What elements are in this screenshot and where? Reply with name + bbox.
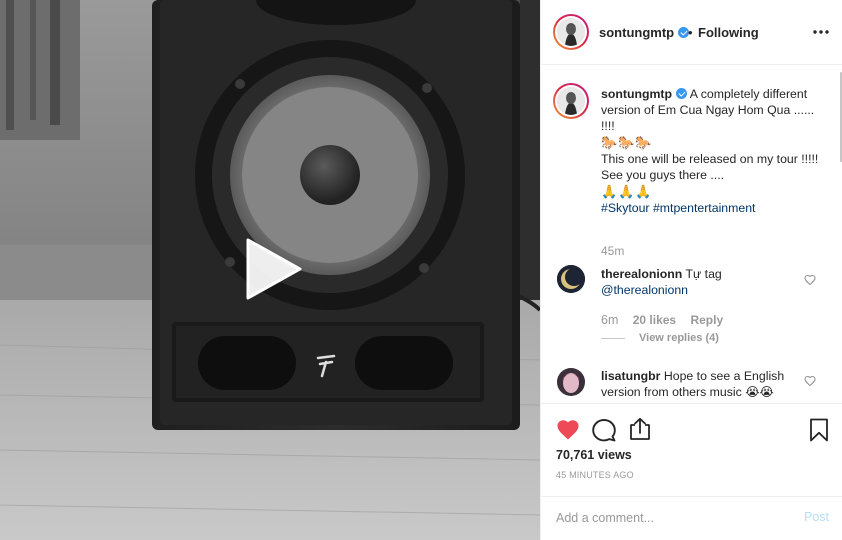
caption-username[interactable]: sontungmtp bbox=[601, 87, 672, 101]
author-username[interactable]: sontungmtp bbox=[599, 25, 690, 40]
post-caption: sontungmtp A completely different versio… bbox=[601, 86, 831, 216]
comment-username[interactable]: lisatungbr bbox=[601, 369, 660, 383]
comment-meta: 6m 20 likes Reply bbox=[601, 313, 734, 327]
bookmark-icon[interactable] bbox=[807, 418, 831, 442]
posted-time: 45 MINUTES AGO bbox=[556, 470, 634, 480]
caption-text-line2: This one will be released on my tour !!!… bbox=[601, 152, 819, 166]
share-icon[interactable] bbox=[628, 417, 652, 441]
post-details-panel: sontungmtp • Following sontungmtp A comp… bbox=[540, 0, 842, 540]
comment-text: Tự tag bbox=[685, 267, 722, 281]
comment-time: 6m bbox=[601, 313, 619, 327]
heart-icon[interactable] bbox=[556, 418, 580, 442]
post-media-video[interactable] bbox=[0, 0, 540, 540]
comment-avatar[interactable] bbox=[557, 265, 585, 293]
comment-mention[interactable]: @therealonionn bbox=[601, 283, 688, 297]
view-count[interactable]: 70,761 views bbox=[556, 448, 632, 462]
avatar[interactable] bbox=[557, 18, 585, 46]
caption-time: 45m bbox=[601, 244, 625, 258]
comment-input[interactable] bbox=[556, 507, 786, 529]
caption-text-line3: See you guys there .... bbox=[601, 168, 725, 182]
verified-icon bbox=[676, 88, 688, 99]
post-button[interactable]: Post bbox=[804, 510, 829, 524]
post-header: sontungmtp • Following bbox=[541, 0, 842, 65]
reply-button[interactable]: Reply bbox=[690, 313, 723, 327]
caption-avatar[interactable] bbox=[557, 87, 585, 115]
pray-emojis: 🙏🙏🙏 bbox=[601, 184, 653, 199]
following-button[interactable]: Following bbox=[698, 25, 759, 40]
separator-dot: • bbox=[688, 25, 693, 40]
add-comment-bar: Post bbox=[541, 496, 842, 540]
caption-hashtags[interactable]: #Skytour #mtpentertainment bbox=[601, 200, 831, 216]
comment-avatar[interactable] bbox=[557, 368, 585, 396]
more-icon[interactable] bbox=[811, 22, 831, 42]
comment-heart-icon[interactable] bbox=[804, 274, 816, 286]
view-replies-button[interactable]: View replies (4) bbox=[601, 332, 719, 344]
comments-list[interactable]: sontungmtp A completely different versio… bbox=[541, 66, 842, 403]
comment-icon[interactable] bbox=[592, 418, 616, 442]
comment-username[interactable]: therealonionn bbox=[601, 267, 682, 281]
comment-body: lisatungbr Hope to see a English version… bbox=[601, 368, 801, 400]
comment-heart-icon[interactable] bbox=[804, 375, 816, 387]
comment-likes[interactable]: 20 likes bbox=[633, 313, 676, 327]
comment-body: therealonionn Tự tag @therealonionn bbox=[601, 266, 801, 298]
horse-emojis: 🐎🐎🐎 bbox=[601, 135, 653, 150]
play-icon[interactable] bbox=[238, 234, 308, 304]
post-actions: 70,761 views 45 MINUTES AGO bbox=[541, 403, 842, 496]
